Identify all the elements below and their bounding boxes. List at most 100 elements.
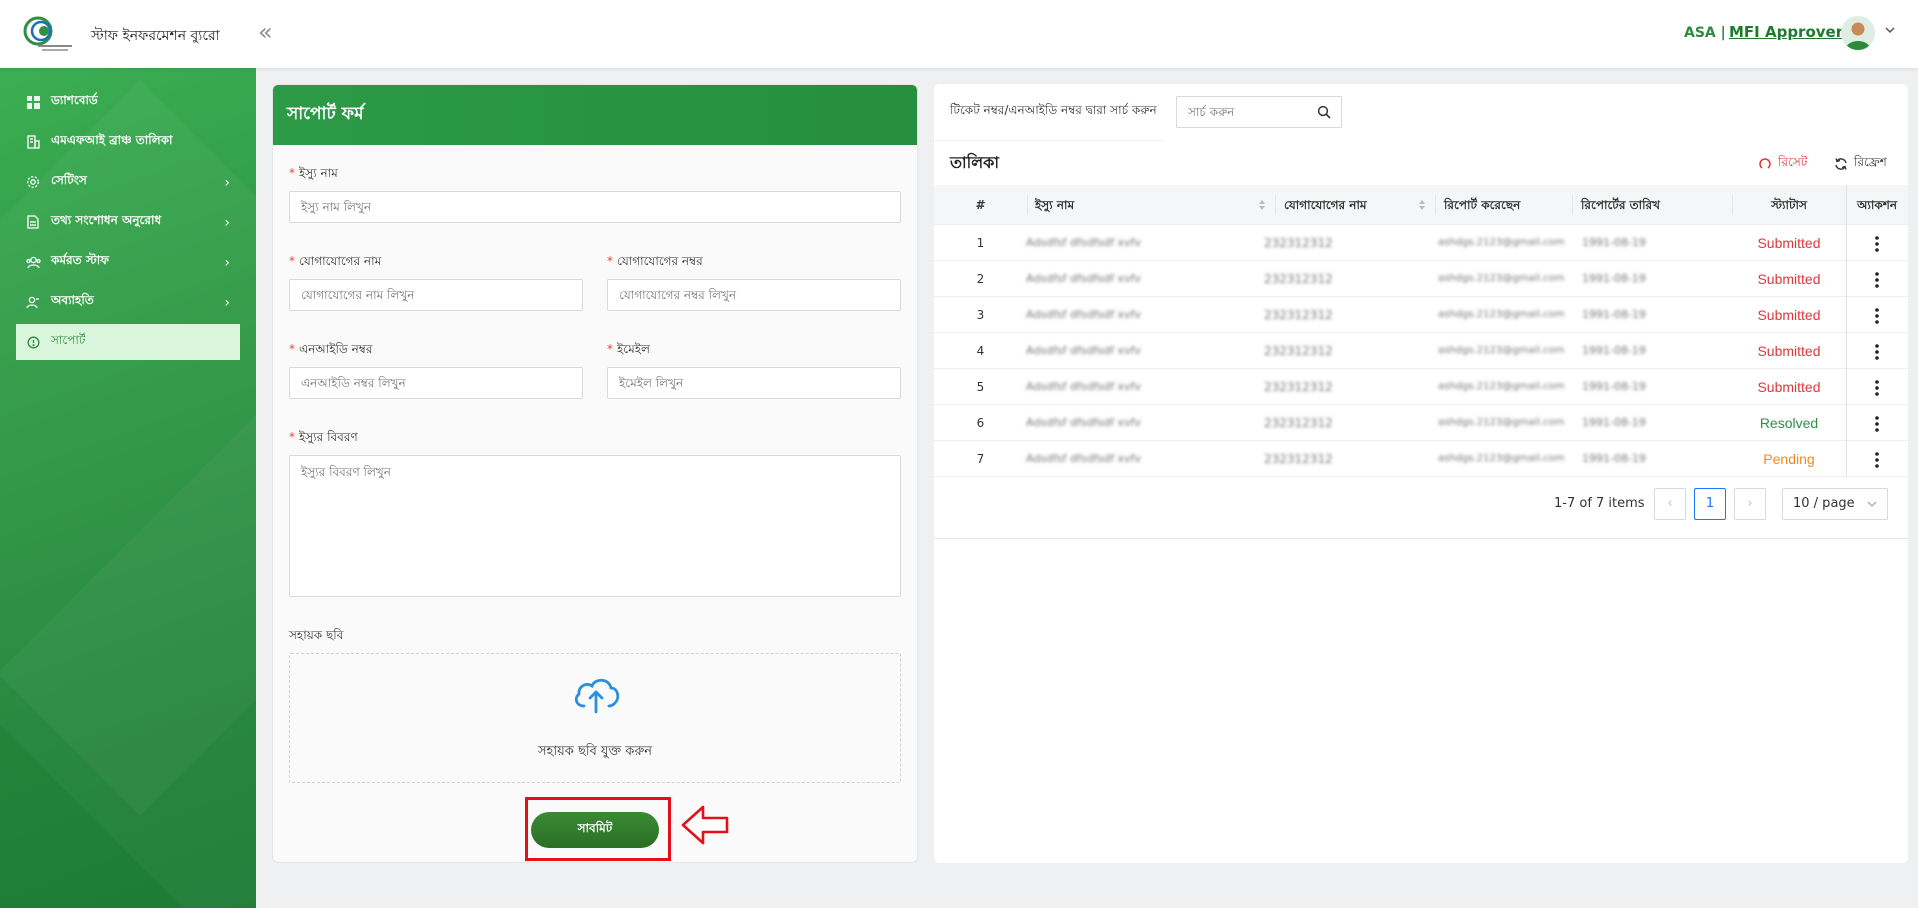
- row-status: Submitted: [1757, 379, 1821, 395]
- row-action-menu-icon[interactable]: [1846, 333, 1908, 369]
- row-contact-number: 232312312: [1264, 380, 1333, 394]
- reset-button[interactable]: রিসেট: [1758, 154, 1807, 174]
- sidebar-item-label: তথ্য সংশোধন অনুরোধ: [51, 213, 162, 227]
- chevron-down-icon: [1867, 501, 1877, 507]
- sidebar-item-label: অব্যাহতি: [51, 293, 94, 307]
- row-contact-number: 232312312: [1264, 272, 1333, 286]
- table-row: 6 Adsdfsf dfsdfsdf xvfv 232312312 ashdgs.21…: [934, 405, 1908, 441]
- table-title: তালিকা: [950, 153, 999, 172]
- sidebar-item-working-staff[interactable]: কর্মরত স্টাফ ›: [16, 244, 240, 280]
- row-action-menu-icon[interactable]: [1846, 405, 1908, 441]
- table-row: 7 Adsdfsf dfsdfsdf xvfv 232312312 ashdgs.21…: [934, 441, 1908, 477]
- support-icon: [25, 334, 41, 350]
- prev-page-button[interactable]: ‹: [1654, 488, 1686, 520]
- sort-icon[interactable]: [1418, 199, 1426, 211]
- email-label: * ইমেইল: [607, 342, 650, 356]
- sidebar-item-label: এমএফআই ব্রাঞ্চ তালিকা: [51, 133, 173, 147]
- email-input[interactable]: [607, 367, 901, 399]
- page-1-button[interactable]: 1: [1694, 488, 1726, 520]
- row-action-menu-icon[interactable]: [1846, 261, 1908, 297]
- chevron-right-icon: ›: [224, 175, 230, 191]
- row-action-menu-icon[interactable]: [1846, 297, 1908, 333]
- gear-icon: [25, 174, 41, 190]
- row-issue-name: Adsdfsf dfsdfsdf xvfv: [1026, 308, 1141, 321]
- row-report-date: 1991-08-19: [1582, 308, 1646, 321]
- row-issue-name: Adsdfsf dfsdfsdf xvfv: [1026, 380, 1141, 393]
- issue-name-input[interactable]: [289, 191, 901, 223]
- sidebar-item-label: ড্যাশবোর্ড: [51, 93, 98, 107]
- row-contact-number: 232312312: [1264, 308, 1333, 322]
- col-reported-by: রিপোর্ট করেছেন: [1444, 198, 1521, 212]
- upload-text: সহায়ক ছবি যুক্ত করুন: [537, 744, 653, 759]
- row-action-menu-icon[interactable]: [1846, 225, 1908, 261]
- sidebar-collapse-icon[interactable]: «: [258, 20, 273, 44]
- avatar[interactable]: [1841, 16, 1875, 50]
- col-status: স্ট্যাটাস: [1771, 198, 1807, 212]
- col-number: #: [975, 198, 986, 212]
- contact-number-input[interactable]: [607, 279, 901, 311]
- row-issue-name: Adsdfsf dfsdfsdf xvfv: [1026, 272, 1141, 285]
- col-issue-name[interactable]: ইস্যু নাম: [1035, 185, 1074, 225]
- sidebar-item-correction-request[interactable]: তথ্য সংশোধন অনুরোধ ›: [16, 204, 240, 240]
- ticket-table-panel: টিকেট নম্বর/এনআইডি নম্বর দ্বারা সার্চ কর…: [934, 84, 1908, 863]
- submit-button[interactable]: সাবমিট: [531, 812, 659, 848]
- contact-name-input[interactable]: [289, 279, 583, 311]
- row-action-menu-icon[interactable]: [1846, 369, 1908, 405]
- table-row: 1 Adsdfsf dfsdfsdf xvfv 232312312 ashdgs.21…: [934, 225, 1908, 261]
- user-role-link[interactable]: MFI Approver: [1729, 23, 1843, 41]
- table-row: 5 Adsdfsf dfsdfsdf xvfv 232312312 ashdgs.21…: [934, 369, 1908, 405]
- sidebar-item-branch-list[interactable]: এমএফআই ব্রাঞ্চ তালিকা: [16, 124, 240, 160]
- row-status: Submitted: [1757, 343, 1821, 359]
- sidebar-item-support[interactable]: সাপোর্ট: [16, 324, 240, 360]
- search-box: [1176, 96, 1342, 128]
- row-issue-name: Adsdfsf dfsdfsdf xvfv: [1026, 416, 1141, 429]
- sticky-column-divider: [1846, 185, 1847, 475]
- arrow-left-icon: [681, 805, 729, 845]
- table-row: 4 Adsdfsf dfsdfsdf xvfv 232312312 ashdgs.21…: [934, 333, 1908, 369]
- divider: [934, 140, 1164, 141]
- table-row: 2 Adsdfsf dfsdfsdf xvfv 232312312 ashdgs.21…: [934, 261, 1908, 297]
- row-issue-name: Adsdfsf dfsdfsdf xvfv: [1026, 236, 1141, 249]
- col-action: অ্যাকশন: [1856, 198, 1897, 212]
- pagination-summary: 1-7 of 7 items: [1554, 496, 1645, 511]
- top-header: স্টাফ ইনফরমেশন ব্যুরো « ASA | MFI Approv…: [0, 0, 1918, 68]
- sidebar-item-dashboard[interactable]: ড্যাশবোর্ড: [16, 84, 240, 120]
- table-row: 3 Adsdfsf dfsdfsdf xvfv 232312312 ashdgs.21…: [934, 297, 1908, 333]
- chevron-down-icon[interactable]: [1884, 24, 1896, 40]
- contact-number-label: * যোগাযোগের নম্বর: [607, 254, 703, 268]
- row-action-menu-icon[interactable]: [1846, 441, 1908, 477]
- col-contact-name[interactable]: যোগাযোগের নাম: [1284, 185, 1367, 225]
- row-report-date: 1991-08-19: [1582, 272, 1646, 285]
- form-title: সাপোর্ট ফর্ম: [273, 85, 917, 145]
- image-upload-dropzone[interactable]: সহায়ক ছবি যুক্ত করুন: [289, 653, 901, 783]
- row-status: Submitted: [1757, 235, 1821, 251]
- nid-input[interactable]: [289, 367, 583, 399]
- sort-icon[interactable]: [1258, 199, 1266, 211]
- search-label: টিকেট নম্বর/এনআইডি নম্বর দ্বারা সার্চ কর…: [950, 103, 1157, 117]
- sidebar: ড্যাশবোর্ড এমএফআই ব্রাঞ্চ তালিকা সেটিংস …: [0, 68, 256, 908]
- sidebar-item-label: সাপোর্ট: [51, 333, 86, 347]
- row-reporter: ashdgs.2123@gmail.com: [1438, 381, 1565, 392]
- search-icon[interactable]: [1317, 105, 1331, 119]
- row-report-date: 1991-08-19: [1582, 236, 1646, 249]
- row-number: 2: [976, 272, 985, 286]
- search-input[interactable]: [1177, 97, 1307, 127]
- dashboard-icon: [25, 94, 41, 110]
- refresh-icon: [1835, 158, 1847, 170]
- row-number: 4: [976, 344, 985, 358]
- sidebar-item-label: সেটিংস: [51, 173, 87, 187]
- row-number: 7: [976, 452, 985, 466]
- document-icon: [25, 214, 41, 230]
- building-icon: [25, 134, 41, 150]
- contact-name-label: * যোগাযোগের নাম: [289, 254, 382, 268]
- users-icon: [25, 254, 41, 270]
- page-size-select[interactable]: 10 / page: [1782, 488, 1888, 520]
- row-reporter: ashdgs.2123@gmail.com: [1438, 309, 1565, 320]
- row-number: 5: [976, 380, 985, 394]
- sidebar-item-release[interactable]: অব্যাহতি ›: [16, 284, 240, 320]
- description-textarea[interactable]: [289, 455, 901, 597]
- row-contact-number: 232312312: [1264, 452, 1333, 466]
- sidebar-item-settings[interactable]: সেটিংস ›: [16, 164, 240, 200]
- next-page-button[interactable]: ›: [1734, 488, 1766, 520]
- refresh-button[interactable]: রিফ্রেশ: [1834, 154, 1887, 174]
